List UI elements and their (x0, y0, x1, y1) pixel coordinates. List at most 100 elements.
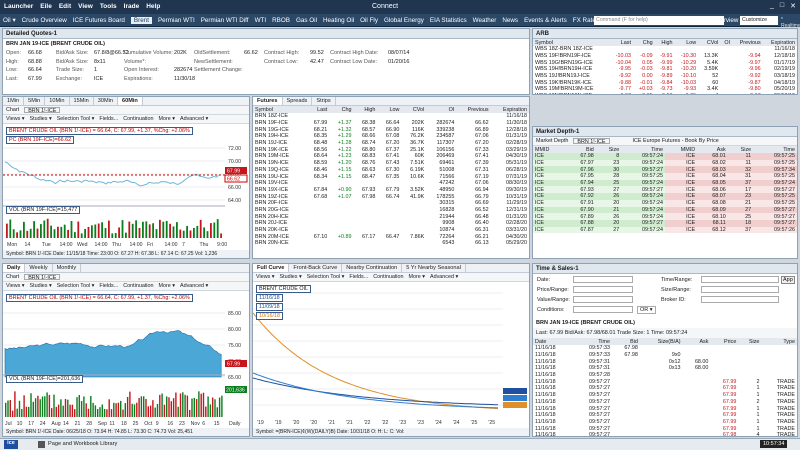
column-header[interactable]: MMID (664, 146, 698, 153)
tab-10min[interactable]: 10Min (45, 97, 70, 105)
tab-full-curve[interactable]: Full Curve (253, 264, 290, 272)
table-row[interactable]: BRN 19M-ICE 68.64 +1.23 68.83 67.41 60K 206469… (253, 153, 529, 160)
column-header[interactable]: OI (720, 39, 733, 46)
nav-tab-13[interactable]: News (502, 17, 518, 24)
column-header[interactable]: High (353, 106, 378, 113)
nav-tab-3[interactable]: Permian WTI (158, 17, 195, 24)
table-row[interactable]: ICE 67.96 30 09:57:27 ICE 68.03 32 09:57:34 (533, 166, 797, 174)
table-row[interactable]: BRN 19Q-ICE 68.46 +1.15 68.63 67.30 6.19K 5100… (253, 167, 529, 174)
tab-30min[interactable]: 30Min (94, 97, 118, 105)
time-range-input[interactable] (701, 276, 779, 283)
chart-type-label[interactable]: Chart (6, 107, 19, 113)
tab-daily[interactable]: Daily (3, 264, 26, 272)
tab-nearby-continuation[interactable]: Nearby Continuation (342, 264, 403, 272)
column-header[interactable]: Symbol (253, 106, 306, 113)
column-header[interactable]: Chg (329, 106, 354, 113)
column-header[interactable]: Bid (612, 338, 640, 345)
table-row[interactable]: ICE 67.87 27 09:57:24 ICE 68.12 37 09:57:26 (533, 226, 797, 234)
menu-view[interactable]: View (78, 3, 93, 10)
table-row[interactable]: 11/16/18 09:57:27 67.99 1 TRADE (533, 385, 797, 392)
size-range-input[interactable] (701, 286, 779, 293)
table-row[interactable]: BRN 19V-ICE 47242 67.06 08/30/19 (253, 180, 529, 187)
table-row[interactable]: WBS 19H!BRN19H-ICE -9.95 -0.03 -9.81 -10.20 3… (533, 66, 797, 73)
table-row[interactable]: ICE 67.97 23 09:57:24 ICE 68.02 11 09:57:25 (533, 159, 797, 167)
table-row[interactable]: WBS 19N!BRN19N-ICE-9.67+0.05-9.58-9.654-… (533, 93, 797, 94)
table-row[interactable]: WBS 19F!BRN19F-ICE -10.03 -0.09 -9.91 -10.30… (533, 53, 797, 60)
launcher-menu[interactable]: Launcher (4, 3, 33, 10)
table-row[interactable]: 11/16/18 09:57:27 67.99 1 TRADE (533, 412, 797, 419)
column-header[interactable]: Size (595, 146, 622, 153)
nav-tab-10[interactable]: Global Energy (384, 17, 424, 24)
nav-tab-11[interactable]: EIA Statistics (430, 17, 467, 24)
toolbar-advanced[interactable]: Advanced ▾ (430, 274, 458, 280)
table-row[interactable]: 11/16/18 09:57:27 67.99 1 TRADE (533, 392, 797, 399)
column-header[interactable]: Low (674, 39, 699, 46)
table-row[interactable]: 11/16/18 09:57:28 (533, 372, 797, 379)
toolbar-more[interactable]: More ▾ (159, 283, 176, 289)
nav-tab-12[interactable]: Weather (473, 17, 497, 24)
column-header[interactable]: Time (572, 338, 612, 345)
chart-type-label[interactable]: Chart (6, 274, 19, 280)
daily-price-chart[interactable]: 85.0080.0075.0070.0065.0067.99201,636Jul… (3, 291, 250, 429)
table-row[interactable]: BRN 19N-ICE 68.59 +1.20 68.76 67.43 7.51K 6946… (253, 160, 529, 167)
toolbar-views[interactable]: Views ▾ (256, 274, 275, 280)
toolbar-studies[interactable]: Studies ▾ (30, 116, 52, 122)
toolbar-selection-tool[interactable]: Selection Tool ▾ (307, 274, 345, 280)
table-row[interactable]: ICE 67.89 26 09:57:24 ICE 68.10 25 09:57:27 (533, 213, 797, 220)
table-row[interactable]: ICE 67.93 27 09:57:27 ICE 68.06 17 09:57:27 (533, 186, 797, 194)
column-header[interactable]: Symbol (533, 39, 610, 46)
column-header[interactable]: OI (426, 106, 457, 113)
table-row[interactable]: 11/16/18 09:57:27 67.99 2 TRADE (533, 378, 797, 385)
nav-tab-14[interactable]: Events & Alerts (524, 17, 567, 24)
table-row[interactable]: WBS 19J!BRN19J-ICE -9.92 0.00 -9.89 -10.10 52… (533, 73, 797, 80)
depth-symbol-input[interactable]: BRN 1!-ICE (573, 138, 610, 145)
nav-tab-6[interactable]: RBOB (272, 17, 290, 24)
table-row[interactable]: 11/16/18 09:57:27 67.99 1 TRADE (533, 425, 797, 432)
table-row[interactable]: ICE 67.90 21 09:57:24 ICE 68.09 27 09:57:27 (533, 206, 797, 214)
tab-spreads[interactable]: Spreads (283, 97, 313, 105)
toolbar-fields[interactable]: Fields... (349, 274, 368, 280)
table-row[interactable]: BRN 19F-ICE 67.99 +1.37 68.38 66.64 202K 28267… (253, 120, 529, 127)
nav-tab-9[interactable]: Oil Fly (360, 17, 378, 24)
minimize-button[interactable]: _ (770, 2, 774, 10)
toolbar-studies[interactable]: Studies ▾ (280, 274, 302, 280)
price-range-input[interactable] (573, 286, 633, 293)
table-row[interactable]: 11/16/18 09:57:27 67.98 4 TRADE (533, 432, 797, 436)
depth-mode[interactable]: Market Depth (536, 138, 568, 144)
toolbar-advanced[interactable]: Advanced ▾ (180, 283, 208, 289)
table-row[interactable]: ICE 67.95 28 09:57:25 ICE 68.04 31 09:57:25 (533, 173, 797, 180)
table-row[interactable]: BRN 19G-ICE 68.21 +1.32 68.57 66.90 116K 33923… (253, 126, 529, 133)
table-row[interactable]: BRN 19K-ICE 68.56 +1.22 68.80 67.37 25.1K 1061… (253, 146, 529, 153)
column-header[interactable]: Chg (633, 39, 655, 46)
toolbar-advanced[interactable]: Advanced ▾ (180, 116, 208, 122)
nav-tab-1[interactable]: ICE Futures Board (73, 17, 125, 24)
tab-5-yr-nearby-seasonal[interactable]: 5 Yr Nearby Seasonal (402, 264, 466, 272)
toolbar-studies[interactable]: Studies ▾ (30, 283, 52, 289)
table-row[interactable]: BRN 19Z-ICE 67.68 +1.07 67.98 66.74 41.9K 1782… (253, 193, 529, 200)
table-row[interactable]: BRN 19X-ICE 67.84 +0.90 67.93 67.79 3.52K 4895… (253, 187, 529, 194)
menu-file[interactable]: Eile (40, 3, 52, 10)
workbook-library-button[interactable]: Page and Workbook Library (48, 441, 117, 447)
table-row[interactable]: 11/16/18 09:57:33 67.98 (533, 345, 797, 352)
table-row[interactable]: 11/16/18 09:57:27 67.99 2 TRADE (533, 399, 797, 406)
column-header[interactable]: Size (738, 338, 762, 345)
nav-tab-8[interactable]: Heating Oil (323, 17, 354, 24)
table-row[interactable]: BRN 19J-ICE 68.48 +1.28 68.74 67.20 36.7K 1173… (253, 140, 529, 147)
forward-curve-chart[interactable]: '19 '19 '20 '20 '21 '21 '22 '22 '23 '23 '24 '24 '25 '… (253, 283, 530, 428)
tab-15min[interactable]: 15Min (70, 97, 94, 105)
menu-trade[interactable]: Irade (124, 3, 140, 10)
table-row[interactable]: 11/16/18 09:57:27 67.99 1 TRADE (533, 419, 797, 426)
tab-front-back-curve[interactable]: Front-Back Curve (289, 264, 343, 272)
table-row[interactable]: ICE 67.92 26 09:57:24 ICE 68.07 23 09:57:25 (533, 193, 797, 200)
column-header[interactable]: Last (609, 39, 633, 46)
menu-tools[interactable]: Tools (100, 3, 117, 10)
column-header[interactable]: CVol (698, 39, 721, 46)
toolbar-more[interactable]: More ▾ (159, 116, 176, 122)
table-row[interactable]: WBS 19M!BRN19M-ICE -9.77 +0.03 -9.73 -9.93 3.… (533, 86, 797, 93)
customize-button[interactable]: Customize (740, 16, 778, 25)
conditions-operator-select[interactable]: OR ▾ (637, 306, 656, 314)
table-row[interactable]: ICE 67.94 25 09:57:24 ICE 68.05 37 09:57:24 (533, 179, 797, 187)
table-row[interactable]: 11/16/18 09:57:27 67.99 1 TRADE (533, 405, 797, 412)
table-row[interactable]: BRN 20M-ICE 67.10 +0.89 67.17 66.47 7.86K 7226… (253, 233, 529, 240)
table-row[interactable]: BRN 20H-ICE 21944 66.48 01/31/20 (253, 213, 529, 220)
